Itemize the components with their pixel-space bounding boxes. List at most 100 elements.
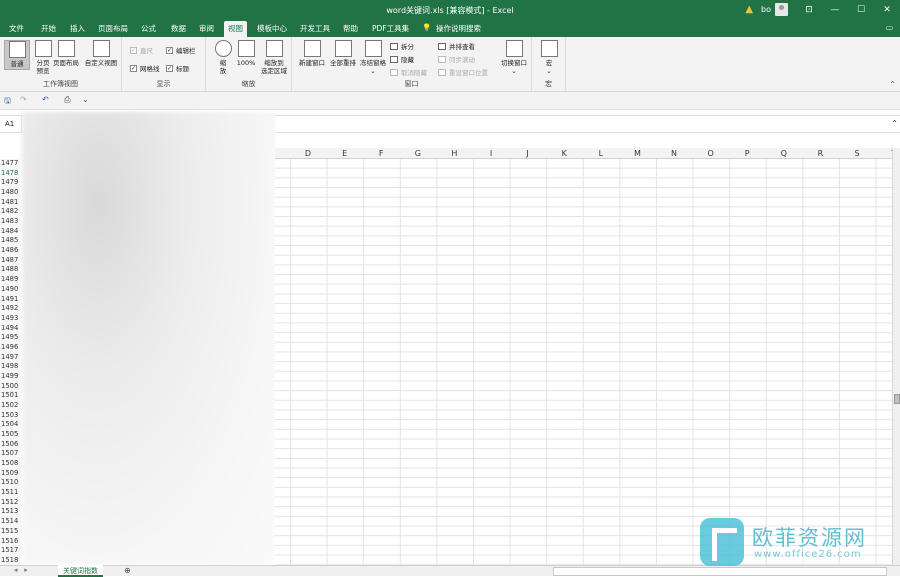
new-window-button[interactable]: 新建窗口 <box>297 40 327 67</box>
zoom-100-button[interactable]: 100% <box>233 40 259 67</box>
column-header[interactable]: E <box>327 149 363 158</box>
maximize-icon[interactable]: ☐ <box>848 5 874 15</box>
row-header[interactable]: 1479 <box>1 178 18 186</box>
minimize-icon[interactable]: — <box>822 5 848 15</box>
row-header[interactable]: 1495 <box>1 333 18 341</box>
row-header[interactable]: 1502 <box>1 401 18 409</box>
row-header[interactable]: 1497 <box>1 353 18 361</box>
column-header[interactable]: Q <box>766 149 802 158</box>
expand-formula-bar-icon[interactable]: ⌃ <box>891 119 898 128</box>
row-header[interactable]: 1480 <box>1 188 18 196</box>
switch-windows-button[interactable]: 切换窗口 ⌄ <box>498 40 530 75</box>
row-header[interactable]: 1482 <box>1 207 18 215</box>
row-header[interactable]: 1512 <box>1 498 18 506</box>
headings-checkbox[interactable]: ✓ 标题 <box>166 63 189 73</box>
tell-me-search[interactable]: 操作说明搜索 <box>436 23 481 34</box>
comments-icon[interactable]: ▭ <box>886 23 893 32</box>
print-preview-icon[interactable]: ⎙ <box>64 95 70 105</box>
freeze-panes-button[interactable]: 冻结窗格 ⌄ <box>359 40 387 75</box>
row-header[interactable]: 1478 <box>1 169 18 177</box>
lightbulb-icon[interactable]: 💡 <box>422 23 431 32</box>
zoom-to-selection-button[interactable]: 缩放到 选定区域 <box>258 40 290 75</box>
unhide-button[interactable]: 取消隐藏 <box>390 67 427 77</box>
split-button[interactable]: 拆分 <box>390 41 414 51</box>
hide-button[interactable]: 隐藏 <box>390 54 414 64</box>
row-header[interactable]: 1513 <box>1 507 18 515</box>
row-header[interactable]: 1498 <box>1 362 18 370</box>
normal-view-button[interactable]: 普通 <box>4 40 30 70</box>
customize-qat-icon[interactable]: ⌄ <box>82 95 89 104</box>
row-header[interactable]: 1489 <box>1 275 18 283</box>
row-header[interactable]: 1486 <box>1 246 18 254</box>
redo-icon[interactable]: ↷ <box>20 95 27 104</box>
column-header[interactable]: M <box>619 149 655 158</box>
vertical-scrollbar[interactable] <box>892 148 900 565</box>
column-header[interactable]: F <box>363 149 399 158</box>
tab-developer[interactable]: 开发工具 <box>300 23 330 34</box>
tab-templates[interactable]: 模板中心 <box>257 23 287 34</box>
tab-file[interactable]: 文件 <box>9 23 24 34</box>
row-header[interactable]: 1516 <box>1 537 18 545</box>
custom-views-button[interactable]: 自定义视图 <box>83 40 119 67</box>
column-header[interactable]: P <box>729 149 765 158</box>
row-header[interactable]: 1490 <box>1 285 18 293</box>
row-header[interactable]: 1517 <box>1 546 18 554</box>
name-box[interactable]: A1 <box>0 116 22 132</box>
row-header[interactable]: 1505 <box>1 430 18 438</box>
row-header[interactable]: 1496 <box>1 343 18 351</box>
column-header[interactable]: S <box>839 149 875 158</box>
row-header[interactable]: 1491 <box>1 295 18 303</box>
row-header[interactable]: 1509 <box>1 469 18 477</box>
row-header[interactable]: 1488 <box>1 265 18 273</box>
tab-pdf-tools[interactable]: PDF工具集 <box>372 23 409 34</box>
column-header[interactable]: O <box>693 149 729 158</box>
row-header[interactable]: 1515 <box>1 527 18 535</box>
row-header[interactable]: 1493 <box>1 314 18 322</box>
row-header[interactable]: 1501 <box>1 391 18 399</box>
row-header[interactable]: 1518 <box>1 556 18 564</box>
column-header[interactable]: L <box>583 149 619 158</box>
tab-formulas[interactable]: 公式 <box>141 23 156 34</box>
tab-data[interactable]: 数据 <box>171 23 186 34</box>
page-layout-button[interactable]: 页面布局 <box>53 40 79 67</box>
tab-help[interactable]: 帮助 <box>343 23 358 34</box>
sheet-nav-arrows[interactable]: ◂ ▸ <box>14 566 28 574</box>
column-header[interactable]: D <box>290 149 326 158</box>
row-header[interactable]: 1484 <box>1 227 18 235</box>
row-header[interactable]: 1503 <box>1 411 18 419</box>
side-by-side-button[interactable]: 并排查看 <box>438 41 475 51</box>
row-header[interactable]: 1477 <box>1 159 18 167</box>
row-header[interactable]: 1500 <box>1 382 18 390</box>
row-header[interactable]: 1483 <box>1 217 18 225</box>
row-header[interactable]: 1481 <box>1 198 18 206</box>
macros-button[interactable]: 宏 ⌄ <box>536 40 562 75</box>
column-header[interactable]: G <box>400 149 436 158</box>
save-icon[interactable]: 🖫 <box>4 95 11 109</box>
collapse-ribbon-icon[interactable]: ⌃ <box>889 80 896 89</box>
row-header[interactable]: 1511 <box>1 488 18 496</box>
sheet-tab[interactable]: 关键词指数 <box>58 565 103 577</box>
gridlines-checkbox[interactable]: ✓ 网格线 <box>130 63 160 73</box>
warning-icon[interactable]: ▲ <box>745 4 753 15</box>
row-header[interactable]: 1492 <box>1 304 18 312</box>
arrange-all-button[interactable]: 全部重排 <box>328 40 358 67</box>
column-header[interactable]: N <box>656 149 692 158</box>
tab-home[interactable]: 开始 <box>41 23 56 34</box>
reset-window-position-button[interactable]: 重设窗口位置 <box>438 67 488 77</box>
tab-view[interactable]: 视图 <box>224 21 247 37</box>
tab-insert[interactable]: 插入 <box>70 23 85 34</box>
row-header[interactable]: 1510 <box>1 478 18 486</box>
column-header[interactable]: H <box>436 149 472 158</box>
column-header[interactable]: I <box>473 149 509 158</box>
row-header[interactable]: 1507 <box>1 449 18 457</box>
row-header[interactable]: 1514 <box>1 517 18 525</box>
row-header[interactable]: 1485 <box>1 236 18 244</box>
column-header[interactable]: K <box>546 149 582 158</box>
tab-page-layout[interactable]: 页面布局 <box>98 23 128 34</box>
undo-icon[interactable]: ↶ <box>42 95 49 104</box>
column-header[interactable]: R <box>802 149 838 158</box>
row-header[interactable]: 1504 <box>1 420 18 428</box>
close-icon[interactable]: ✕ <box>874 5 900 15</box>
spreadsheet-grid[interactable] <box>275 148 900 565</box>
tab-review[interactable]: 审阅 <box>199 23 214 34</box>
